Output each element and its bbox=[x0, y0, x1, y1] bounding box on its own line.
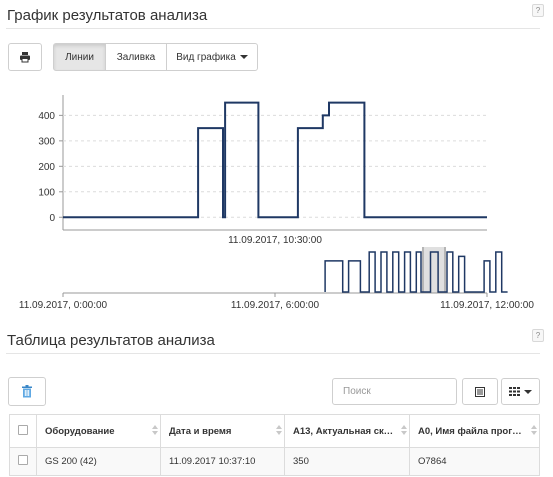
navigator-selected-range[interactable] bbox=[423, 247, 445, 293]
navigator-left-handle[interactable] bbox=[421, 247, 424, 293]
y-tick-label: 0 bbox=[49, 213, 55, 224]
trash-icon bbox=[22, 385, 32, 398]
column-header-equipment[interactable]: Оборудование bbox=[36, 414, 161, 448]
table-row[interactable]: GS 200 (42) 11.09.2017 10:37:10 350 O786… bbox=[9, 447, 540, 476]
chevron-down-icon bbox=[239, 55, 248, 59]
columns-dropdown-button[interactable] bbox=[501, 378, 540, 405]
results-table: Оборудование Дата и время A13, Актуальна… bbox=[9, 414, 540, 476]
table-section-title: Таблица результатов анализа bbox=[7, 332, 215, 349]
print-button[interactable] bbox=[8, 43, 42, 71]
chart-section-title: График результатов анализа bbox=[7, 7, 208, 24]
column-header-datetime[interactable]: Дата и время bbox=[160, 414, 285, 448]
sort-icon bbox=[401, 425, 406, 435]
analysis-line-chart[interactable]: 0100200300400 11.09.2017, 10:30:00 bbox=[0, 80, 553, 260]
column-header-a13[interactable]: A13, Актуальная ско... bbox=[284, 414, 410, 448]
navigator-tick-label: 11.09.2017, 6:00:00 bbox=[231, 300, 320, 311]
table-cell: 11.09.2017 10:37:10 bbox=[160, 447, 285, 476]
table-cell: O7864 bbox=[409, 447, 540, 476]
sort-icon bbox=[276, 425, 281, 435]
navigator-right-handle[interactable] bbox=[444, 247, 447, 293]
table-cell: 350 bbox=[284, 447, 410, 476]
row-checkbox[interactable] bbox=[18, 455, 28, 465]
fill-mode-button[interactable]: Заливка bbox=[105, 43, 167, 71]
navigator-tick-label: 11.09.2017, 0:00:00 bbox=[19, 300, 108, 311]
y-tick-label: 100 bbox=[38, 187, 55, 198]
chart-view-dropdown[interactable]: Вид графика bbox=[166, 43, 258, 71]
chevron-down-icon bbox=[524, 389, 532, 394]
y-tick-label: 400 bbox=[38, 111, 55, 122]
table-section-divider bbox=[6, 353, 540, 354]
sort-icon bbox=[152, 425, 157, 435]
search-input[interactable] bbox=[332, 378, 457, 405]
chart-help-button[interactable]: ? bbox=[532, 4, 544, 17]
printer-icon bbox=[20, 52, 30, 63]
delete-button[interactable] bbox=[8, 377, 46, 406]
sort-icon bbox=[531, 425, 536, 435]
y-tick-label: 200 bbox=[38, 162, 55, 173]
table-cell: GS 200 (42) bbox=[36, 447, 161, 476]
chart-section-divider bbox=[6, 28, 540, 29]
columns-grid-icon bbox=[509, 387, 520, 396]
column-header-a0[interactable]: A0, Имя файла прогр... bbox=[409, 414, 540, 448]
list-view-button[interactable] bbox=[462, 378, 498, 405]
navigator-series-line bbox=[324, 251, 508, 293]
table-header-row: Оборудование Дата и время A13, Актуальна… bbox=[9, 414, 540, 448]
navigator-tick-label: 11.09.2017, 12:00:00 bbox=[440, 300, 534, 311]
lines-mode-button[interactable]: Линии bbox=[53, 43, 106, 71]
list-icon bbox=[475, 386, 485, 397]
select-all-checkbox[interactable] bbox=[18, 424, 28, 435]
row-checkbox-cell[interactable] bbox=[9, 447, 37, 476]
range-navigator[interactable]: 11.09.2017, 0:00:00 11.09.2017, 6:00:00 11… bbox=[0, 242, 553, 312]
chart-view-label: Вид графика bbox=[176, 51, 236, 63]
series-line bbox=[63, 101, 487, 219]
table-help-button[interactable]: ? bbox=[532, 329, 544, 342]
y-tick-label: 300 bbox=[38, 136, 55, 147]
select-all-checkbox-cell[interactable] bbox=[9, 414, 37, 448]
